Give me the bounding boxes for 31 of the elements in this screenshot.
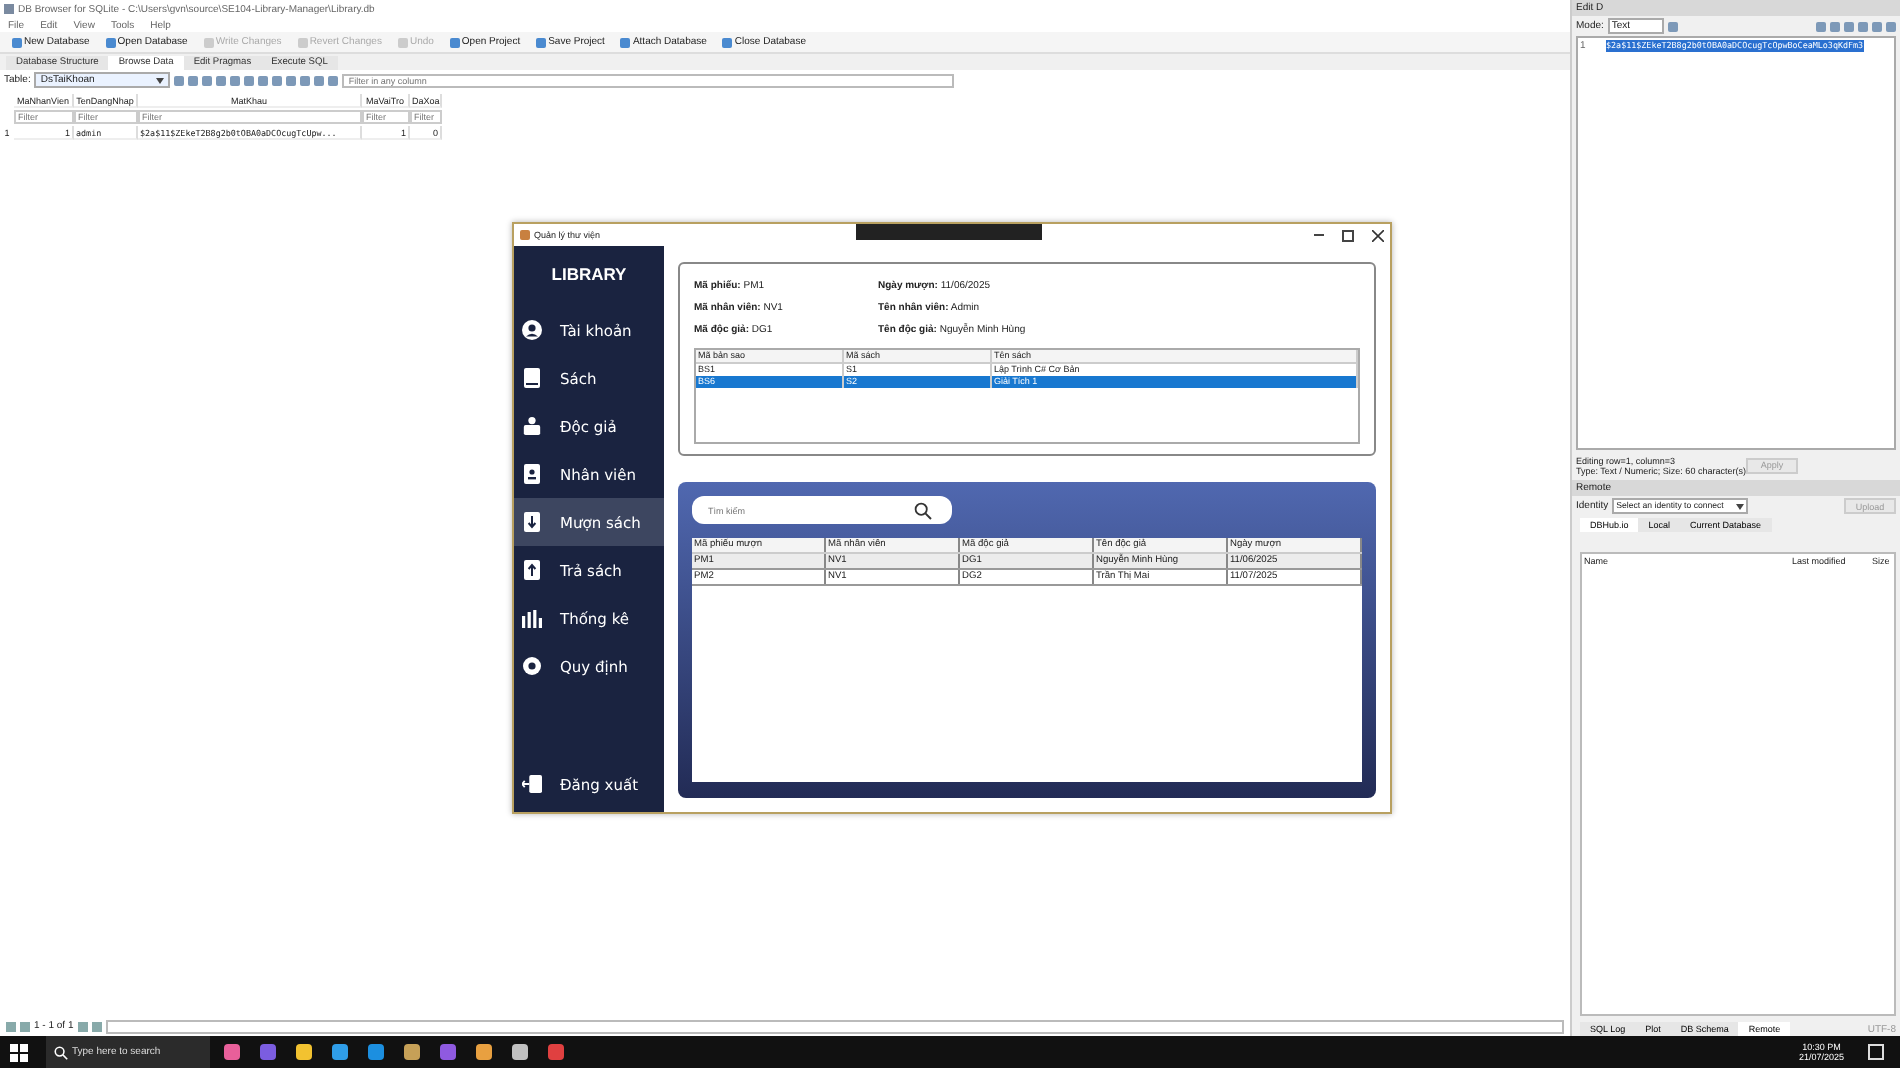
search-icon: [54, 1045, 68, 1059]
settings-icon: [522, 656, 542, 676]
taskbar-app-icon[interactable]: [332, 1044, 348, 1060]
id-badge-icon: [522, 464, 542, 484]
scrollbar[interactable]: [105, 1019, 1564, 1033]
taskbar-app-icon[interactable]: [476, 1044, 492, 1060]
book-icon: [522, 368, 542, 388]
taskbar-app-icon[interactable]: [404, 1044, 420, 1060]
people-icon: [522, 416, 542, 436]
notification-icon[interactable]: [1868, 1044, 1884, 1060]
user-icon: [522, 320, 542, 340]
brand-title: LIBRARY: [549, 262, 629, 288]
close-icon[interactable]: [1372, 229, 1384, 241]
upload-icon: [522, 560, 542, 580]
taskbar-app-icon[interactable]: [260, 1044, 276, 1060]
app-icon: [520, 230, 530, 240]
windows-icon[interactable]: [10, 1043, 28, 1061]
download-icon: [522, 512, 542, 532]
caret-icon: [1736, 503, 1745, 509]
taskbar-app-icon[interactable]: [512, 1044, 528, 1060]
taskbar-app-icon[interactable]: [296, 1044, 312, 1060]
taskbar-app-icon[interactable]: [440, 1044, 456, 1060]
caret-icon: [156, 77, 165, 83]
bar-chart-icon: [522, 609, 542, 627]
taskbar-app-icon[interactable]: [224, 1044, 240, 1060]
taskbar-app-icon[interactable]: [548, 1044, 564, 1060]
taskbar-app-icon[interactable]: [368, 1044, 384, 1060]
logout-icon: [522, 774, 542, 794]
search-icon: [914, 501, 932, 519]
app-icon: [4, 4, 14, 14]
maximize-icon[interactable]: [1342, 229, 1354, 241]
